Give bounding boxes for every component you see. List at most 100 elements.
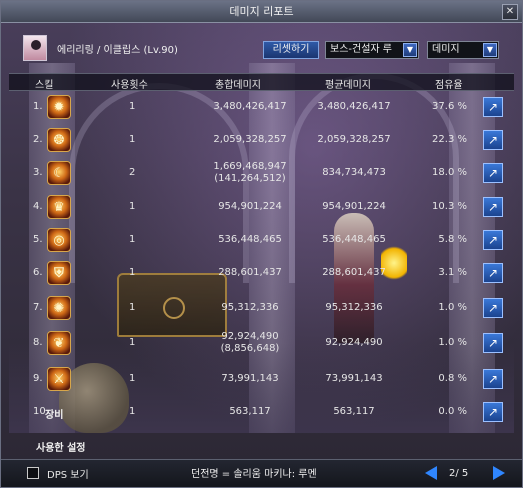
strike-figure-icon: ⚔ [47, 367, 71, 391]
window-titlebar[interactable]: 데미지 리포트 ✕ [1, 1, 522, 23]
row-share: 1.0 % [438, 302, 467, 313]
share-icon[interactable]: ↗ [483, 298, 503, 318]
table-row[interactable]: 8. ❦ 1 92,924,490 (8,856,648) 92,924,490… [9, 327, 514, 360]
dungeon-name: 던전명 = 솔리움 마키나: 루멘 [191, 469, 317, 480]
row-use-count: 1 [129, 234, 136, 245]
share-icon[interactable]: ↗ [483, 130, 503, 150]
row-use-count: 1 [129, 201, 136, 212]
share-icon[interactable]: ↗ [483, 97, 503, 117]
row-share: 3.1 % [438, 267, 467, 278]
column-header-total: 총합데미지 [215, 80, 261, 91]
row-average-damage: 536,448,465 [322, 234, 386, 245]
row-use-count: 1 [129, 337, 136, 348]
dps-label: DPS 보기 [47, 470, 89, 481]
row-average-damage: 288,601,437 [322, 267, 386, 278]
share-icon[interactable]: ↗ [483, 230, 503, 250]
shield-crest-icon: ⛨ [47, 261, 71, 285]
row-average-damage: 2,059,328,257 [317, 134, 391, 145]
flame-crest-icon: ✹ [47, 95, 71, 119]
table-row[interactable]: 9. ⚔ 1 73,991,143 73,991,143 0.8 % ↗ [9, 363, 514, 396]
column-header-count: 사용횟수 [111, 80, 148, 91]
row-total-damage: 563,117 [229, 406, 271, 417]
row-rank: 7. [33, 302, 43, 313]
metric-filter-value: 데미지 [432, 44, 460, 55]
row-share: 0.0 % [438, 406, 467, 417]
row-rank: 6. [33, 267, 43, 278]
share-icon[interactable]: ↗ [483, 333, 503, 353]
row-rank: 9. [33, 373, 43, 384]
table-row[interactable]: 1. ✹ 1 3,480,426,417 3,480,426,417 37.6 … [9, 91, 514, 124]
feather-crest-icon: ❦ [47, 331, 71, 355]
character-name: 에리리링 / 이클립스 (Lv.90) [57, 45, 178, 56]
row-use-count: 1 [129, 302, 136, 313]
row-total-damage-sub: (8,856,648) [220, 343, 280, 354]
row-total-damage-sub: (141,264,512) [214, 173, 286, 184]
table-row[interactable]: 7. ✺ 1 95,312,336 95,312,336 1.0 % ↗ [9, 292, 514, 325]
row-use-count: 1 [129, 373, 136, 384]
table-row[interactable]: 2. ❂ 1 2,059,328,257 2,059,328,257 22.3 … [9, 124, 514, 157]
row-share: 5.8 % [438, 234, 467, 245]
share-icon[interactable]: ↗ [483, 197, 503, 217]
share-icon[interactable]: ↗ [483, 263, 503, 283]
row-use-count: 1 [129, 134, 136, 145]
row-share: 0.8 % [438, 373, 467, 384]
close-button[interactable]: ✕ [502, 4, 518, 20]
row-total-damage: 2,059,328,257 [213, 134, 287, 145]
page-prev-icon[interactable] [425, 466, 437, 480]
row-skill-name: 장비 [45, 410, 64, 421]
row-average-damage: 92,924,490 [325, 337, 383, 348]
chevron-down-icon[interactable]: ▼ [403, 43, 417, 57]
column-header-share: 점유율 [435, 80, 463, 91]
table-row[interactable]: 6. ⛨ 1 288,601,437 288,601,437 3.1 % ↗ [9, 257, 514, 290]
table-row[interactable]: 3. ☾ 2 1,669,468,947 (141,264,512) 834,7… [9, 157, 514, 190]
column-header-skill: 스킬 [35, 80, 54, 91]
boss-filter-value: 보스-건설자 루 [330, 44, 392, 55]
row-total-damage: 92,924,490 [221, 331, 279, 342]
reset-button[interactable]: 리셋하기 [263, 41, 319, 59]
table-row[interactable]: 4. ♛ 1 954,901,224 954,901,224 10.3 % ↗ [9, 191, 514, 224]
metric-filter-dropdown[interactable]: 데미지 ▼ [427, 41, 499, 59]
row-share: 18.0 % [432, 167, 467, 178]
character-portrait [23, 35, 47, 61]
used-settings-label[interactable]: 사용한 설정 [36, 439, 85, 454]
row-total-damage: 73,991,143 [221, 373, 279, 384]
row-total-damage: 954,901,224 [218, 201, 282, 212]
share-icon[interactable]: ↗ [483, 163, 503, 183]
row-share: 10.3 % [432, 201, 467, 212]
page-next-icon[interactable] [493, 466, 505, 480]
row-rank: 8. [33, 337, 43, 348]
window-title: 데미지 리포트 [229, 5, 294, 18]
dps-checkbox[interactable] [27, 467, 39, 479]
row-share: 22.3 % [432, 134, 467, 145]
row-share: 1.0 % [438, 337, 467, 348]
row-share: 37.6 % [432, 101, 467, 112]
row-average-damage: 954,901,224 [322, 201, 386, 212]
page-indicator: 2/ 5 [449, 468, 469, 479]
row-average-damage: 95,312,336 [325, 302, 383, 313]
table-header: 스킬 사용횟수 총합데미지 평균데미지 점유율 [9, 73, 514, 91]
swirl-crest-icon: ❂ [47, 128, 71, 152]
row-rank: 2. [33, 134, 43, 145]
row-total-damage: 95,312,336 [221, 302, 279, 313]
damage-report-window: 데미지 리포트 ✕ 에리리링 / 이클립스 (Lv.90) 리셋하기 보스-건설… [0, 0, 523, 488]
chevron-down-icon[interactable]: ▼ [483, 43, 497, 57]
ring-crest-icon: ◎ [47, 228, 71, 252]
crescent-crest-icon: ☾ [47, 161, 71, 185]
row-rank: 4. [33, 201, 43, 212]
row-average-damage: 3,480,426,417 [317, 101, 391, 112]
bottom-bar: DPS 보기 던전명 = 솔리움 마키나: 루멘 2/ 5 [1, 459, 522, 487]
row-rank: 3. [33, 167, 43, 178]
row-average-damage: 834,734,473 [322, 167, 386, 178]
row-use-count: 1 [129, 406, 136, 417]
row-rank: 5. [33, 234, 43, 245]
table-row[interactable]: 5. ◎ 1 536,448,465 536,448,465 5.8 % ↗ [9, 224, 514, 257]
table-row[interactable]: 10. 장비 1 563,117 563,117 0.0 % ↗ [9, 396, 514, 429]
star-burst-icon: ✺ [47, 296, 71, 320]
row-rank: 1. [33, 101, 43, 112]
row-average-damage: 563,117 [333, 406, 375, 417]
share-icon[interactable]: ↗ [483, 402, 503, 422]
row-total-damage: 288,601,437 [218, 267, 282, 278]
row-total-damage: 536,448,465 [218, 234, 282, 245]
share-icon[interactable]: ↗ [483, 369, 503, 389]
boss-filter-dropdown[interactable]: 보스-건설자 루 ▼ [325, 41, 419, 59]
